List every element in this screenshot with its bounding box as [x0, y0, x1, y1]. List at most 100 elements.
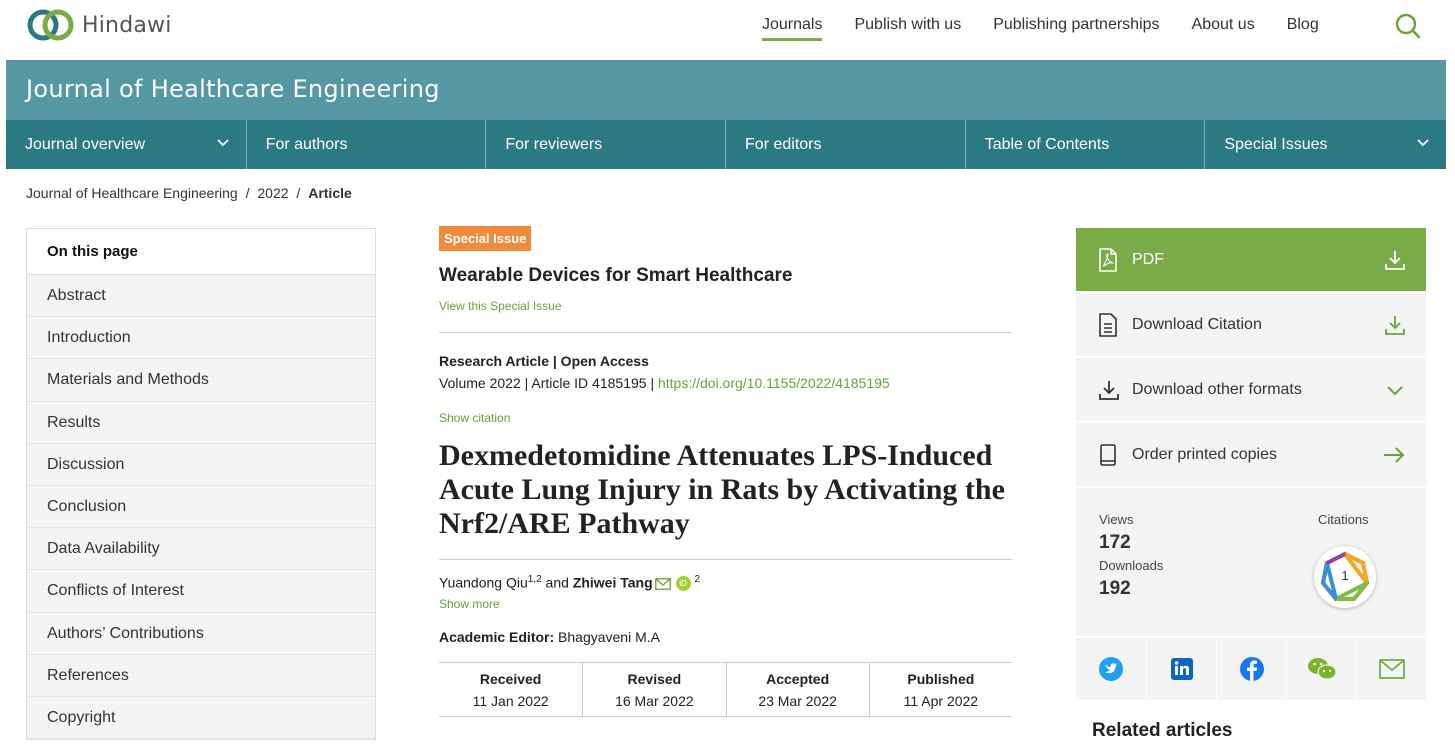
views-count: 172 — [1099, 532, 1131, 553]
date-label: Received — [479, 671, 542, 688]
download-icon — [1099, 380, 1119, 400]
mail-icon[interactable] — [654, 578, 671, 590]
breadcrumb-journal[interactable]: Journal of Healthcare Engineering — [26, 185, 238, 201]
date-label: Published — [907, 671, 975, 688]
share-bar — [1076, 638, 1426, 700]
breadcrumb: Journal of Healthcare Engineering / 2022… — [26, 185, 352, 201]
citations-count: 1 — [1341, 568, 1349, 583]
breadcrumb-year[interactable]: 2022 — [257, 185, 288, 201]
download-citation-button[interactable]: Download Citation — [1076, 293, 1426, 358]
toc-item-conflicts-of-interest[interactable]: Conflicts of Interest — [27, 570, 375, 613]
author-affiliation: 1,2 — [527, 574, 542, 585]
journal-title[interactable]: Journal of Healthcare Engineering — [26, 75, 440, 103]
toc-item-references[interactable]: References — [27, 654, 375, 697]
breadcrumb-current: Article — [308, 185, 352, 201]
twitter-icon — [1099, 657, 1123, 681]
nav-journals[interactable]: Journals — [762, 16, 823, 41]
twitter-share[interactable] — [1076, 638, 1146, 700]
mail-icon — [1378, 659, 1405, 679]
toc-item-materials-and-methods[interactable]: Materials and Methods — [27, 359, 375, 402]
download-icon — [1385, 251, 1405, 270]
author-name[interactable]: Yuandong Qiu — [439, 575, 528, 591]
tab-table-of-contents[interactable]: Table of Contents — [964, 120, 1205, 169]
search-icon — [1395, 13, 1421, 39]
tab-for-reviewers[interactable]: For reviewers — [485, 120, 725, 169]
pdf-file-icon — [1099, 247, 1117, 272]
order-printed-copies-button[interactable]: Order printed copies — [1076, 423, 1426, 488]
download-other-formats-button[interactable]: Download other formats — [1076, 358, 1426, 423]
date-received: Received 11 Jan 2022 — [439, 663, 582, 716]
toc-item-results[interactable]: Results — [27, 401, 375, 444]
date-value: 23 Mar 2022 — [758, 693, 837, 710]
tab-label: For authors — [265, 136, 348, 153]
book-icon — [1100, 443, 1116, 466]
document-icon — [1099, 312, 1117, 337]
toc-item-conclusion[interactable]: Conclusion — [27, 485, 375, 529]
toc-item-authors-contributions[interactable]: Authors’ Contributions — [27, 612, 375, 655]
show-citation-link[interactable]: Show citation — [439, 411, 1012, 425]
wechat-share[interactable] — [1286, 638, 1356, 700]
nav-publishing-partnerships[interactable]: Publishing partnerships — [993, 16, 1159, 41]
breadcrumb-separator: / — [245, 185, 250, 201]
downloads-count: 192 — [1099, 578, 1131, 599]
divider — [439, 559, 1012, 560]
facebook-icon — [1239, 657, 1264, 681]
site-header: Hindawi Journals Publish with us Publish… — [0, 0, 1455, 60]
linkedin-share[interactable] — [1146, 638, 1216, 700]
tab-journal-overview[interactable]: Journal overview — [6, 120, 246, 169]
article-dates: Received 11 Jan 2022 Revised 16 Mar 2022… — [439, 662, 1012, 718]
toc-item-abstract[interactable]: Abstract — [27, 275, 375, 318]
date-value: 11 Apr 2022 — [903, 693, 979, 710]
chevron-down-icon — [1417, 139, 1429, 147]
view-special-issue-link[interactable]: View this Special Issue — [439, 299, 1012, 313]
on-this-page-heading: On this page — [27, 229, 375, 275]
tab-label: Special Issues — [1224, 136, 1328, 153]
dimensions-badge[interactable]: 1 — [1314, 546, 1376, 608]
doi-link[interactable]: https://doi.org/10.1155/2022/4185195 — [658, 375, 890, 391]
search-button[interactable] — [1394, 12, 1422, 40]
tab-special-issues[interactable]: Special Issues — [1204, 120, 1446, 169]
date-revised: Revised 16 Mar 2022 — [582, 663, 725, 717]
volume-info: Volume 2022 | Article ID 4185195 | — [439, 375, 658, 391]
tab-label: Table of Contents — [984, 136, 1110, 153]
linkedin-icon — [1170, 658, 1193, 680]
date-value: 16 Mar 2022 — [615, 693, 694, 710]
arrow-right-icon — [1384, 447, 1405, 463]
toc-item-introduction[interactable]: Introduction — [27, 317, 375, 360]
toc-item-data-availability[interactable]: Data Availability — [27, 528, 375, 571]
special-issue-badge: Special Issue — [439, 226, 532, 251]
article-actions-panel: PDF Download Citation Download other for… — [1076, 228, 1426, 700]
article-type: Research Article | Open Access — [439, 353, 649, 369]
toc-item-discussion[interactable]: Discussion — [27, 443, 375, 486]
author-name[interactable]: Zhiwei Tang — [573, 575, 653, 591]
tab-for-authors[interactable]: For authors — [245, 120, 486, 169]
logo-text: Hindawi — [82, 12, 172, 38]
toc-item-copyright[interactable]: Copyright — [27, 696, 375, 740]
tab-for-editors[interactable]: For editors — [725, 120, 965, 169]
hindawi-logo-icon — [27, 9, 74, 41]
download-citation-label: Download Citation — [1132, 315, 1262, 333]
tab-label: For reviewers — [505, 136, 603, 153]
pdf-button[interactable]: PDF — [1076, 228, 1426, 293]
nav-blog[interactable]: Blog — [1287, 16, 1319, 41]
nav-about-us[interactable]: About us — [1192, 16, 1255, 41]
author-affiliation: 2 — [694, 574, 701, 585]
email-share[interactable] — [1356, 638, 1426, 700]
show-more-link[interactable]: Show more — [439, 597, 1012, 611]
facebook-share[interactable] — [1216, 638, 1286, 700]
hindawi-logo[interactable]: Hindawi — [26, 6, 172, 44]
journal-nav: Journal overview For authors For reviewe… — [6, 120, 1446, 169]
main-nav: Journals Publish with us Publishing part… — [762, 16, 1351, 41]
citations-label: Citations — [1318, 512, 1369, 527]
tab-label: Journal overview — [25, 136, 146, 153]
divider — [439, 332, 1012, 333]
orcid-icon[interactable]: iD — [675, 576, 691, 592]
on-this-page-panel: On this page Abstract Introduction Mater… — [26, 228, 376, 741]
breadcrumb-separator: / — [296, 185, 301, 201]
date-published: Published 11 Apr 2022 — [868, 663, 1012, 717]
editor-label: Academic Editor: — [439, 629, 555, 646]
related-articles-heading: Related articles — [1092, 720, 1233, 741]
nav-publish-with-us[interactable]: Publish with us — [854, 16, 961, 41]
date-label: Revised — [627, 671, 682, 688]
article-metrics: Views 172 Downloads 192 Citations 1 — [1076, 488, 1426, 638]
